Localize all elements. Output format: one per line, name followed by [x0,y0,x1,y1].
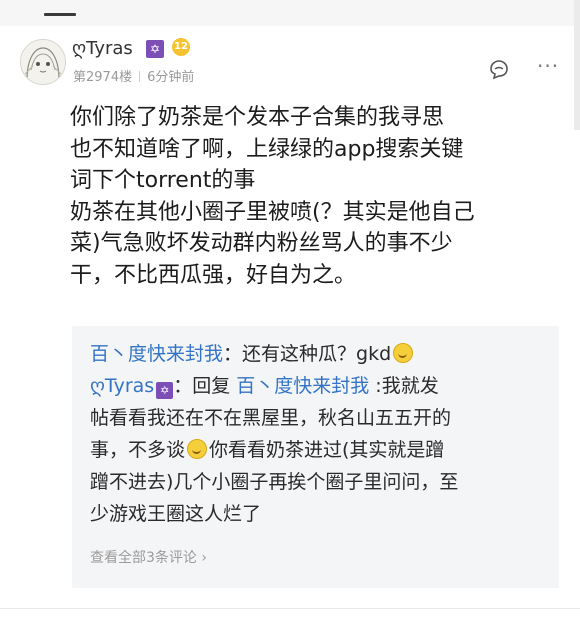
divider [0,608,580,609]
username[interactable]: ღTyras [72,38,133,60]
star-badge-icon: ✡ [146,40,164,58]
reply-word: ：回复 [173,375,231,397]
reply-icon[interactable] [487,57,511,85]
scrollbar[interactable] [574,0,580,130]
smile-emoji-icon [393,343,414,363]
reply-author-link[interactable]: ღTyras [90,375,154,397]
post-body: 你们除了奶茶是个发本子合集的我寻思 也不知道啥了啊，上绿绿的app搜索关键 词下… [70,102,545,291]
post-time: 6分钟前 [147,70,195,85]
reply-target-link[interactable]: 百丶度快来封我 [236,375,369,397]
meta-divider [139,71,141,82]
reply-text-line: 帖看看我还在不在黑屋里，秋名山五五开的 [90,407,452,429]
sub-replies: 百丶度快来封我：还有这种瓜？gkd ღTyras ✡ ：回复 百丶度快来封我 :我就… [72,326,559,588]
sub-reply-1[interactable]: 百丶度快来封我：还有这种瓜？gkd [90,338,415,370]
post-line: 菜)气急败坏发动群内粉丝骂人的事不少 [70,231,453,256]
post-line: 词下个torrent的事 [70,168,256,193]
sub-reply-2[interactable]: ღTyras ✡ ：回复 百丶度快来封我 :我就发 [90,370,439,402]
avatar[interactable] [20,39,66,85]
post-line: 你们除了奶茶是个发本子合集的我寻思 [70,105,445,130]
post-line: 奶茶在其他小圈子里被喷(？其实是他自己 [70,199,475,225]
smile-emoji-icon [187,439,208,459]
level-badge: 12 [172,38,190,56]
reply-text: :我就发 [369,375,439,397]
post-line: 干，不比西瓜强，好自为之。 [70,262,357,288]
more-options-icon[interactable]: ··· [537,54,559,78]
tab-indicator [44,13,76,16]
reply-text: 你看看奶茶进过(其实就是蹭 [209,439,445,461]
star-badge-icon: ✡ [156,382,174,399]
floor-number: 第2974楼 [73,70,133,85]
top-bar [0,0,580,26]
avatar-illustration-icon [21,40,65,84]
reply-text-line: 蹭不进去)几个小圈子再挨个圈子里问问，至 [90,471,459,493]
reply-text-line: 少游戏王圈这人烂了 [90,503,262,525]
reply-author-link[interactable]: 百丶度快来封我 [90,343,223,365]
reply-text-line: 事，不多谈 你看看奶茶进过(其实就是蹭 [90,434,444,466]
reply-text: 事，不多谈 [90,439,186,461]
view-all-comments-link[interactable]: 查看全部3条评论 › [90,547,207,567]
post-meta: 第2974楼 6分钟前 [73,66,194,85]
reply-text: ：还有这种瓜？gkd [223,343,392,365]
post-line: 也不知道啥了啊，上绿绿的app搜索关键 [70,136,464,162]
